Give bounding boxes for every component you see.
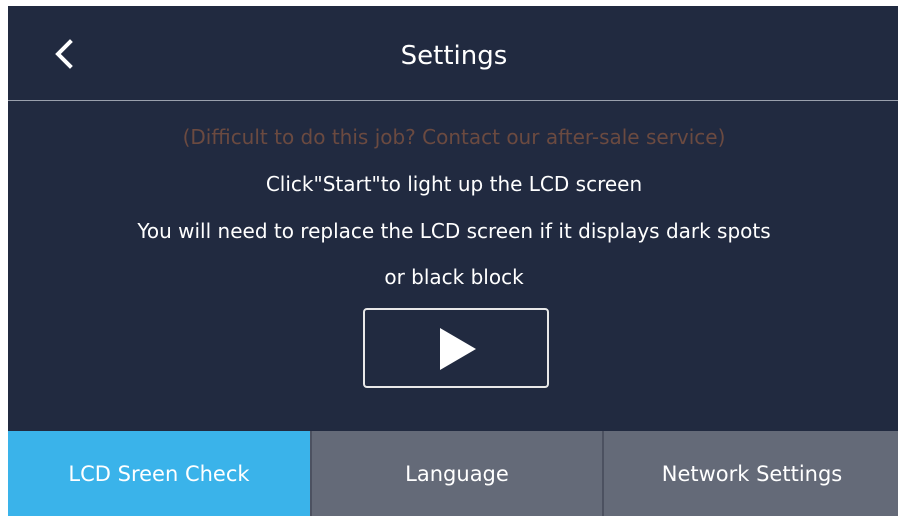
tab-language[interactable]: Language (310, 431, 602, 516)
start-button[interactable] (363, 308, 549, 388)
tab-network-settings[interactable]: Network Settings (602, 431, 898, 516)
after-sale-notice: (Difficult to do this job? Contact our a… (182, 125, 726, 149)
settings-screen: Settings (Difficult to do this job? Cont… (8, 6, 898, 516)
header-bar: Settings (8, 6, 898, 101)
replace-instruction-line1: You will need to replace the LCD screen … (137, 219, 771, 243)
start-instruction: Click"Start"to light up the LCD screen (265, 172, 643, 196)
replace-instruction-line2: or black block (384, 265, 524, 289)
page-title: Settings (400, 41, 508, 71)
bottom-tab-bar: LCD Sreen Check Language Network Setting… (8, 431, 898, 516)
tab-lcd-screen-check[interactable]: LCD Sreen Check (8, 431, 310, 516)
play-icon (440, 328, 476, 370)
